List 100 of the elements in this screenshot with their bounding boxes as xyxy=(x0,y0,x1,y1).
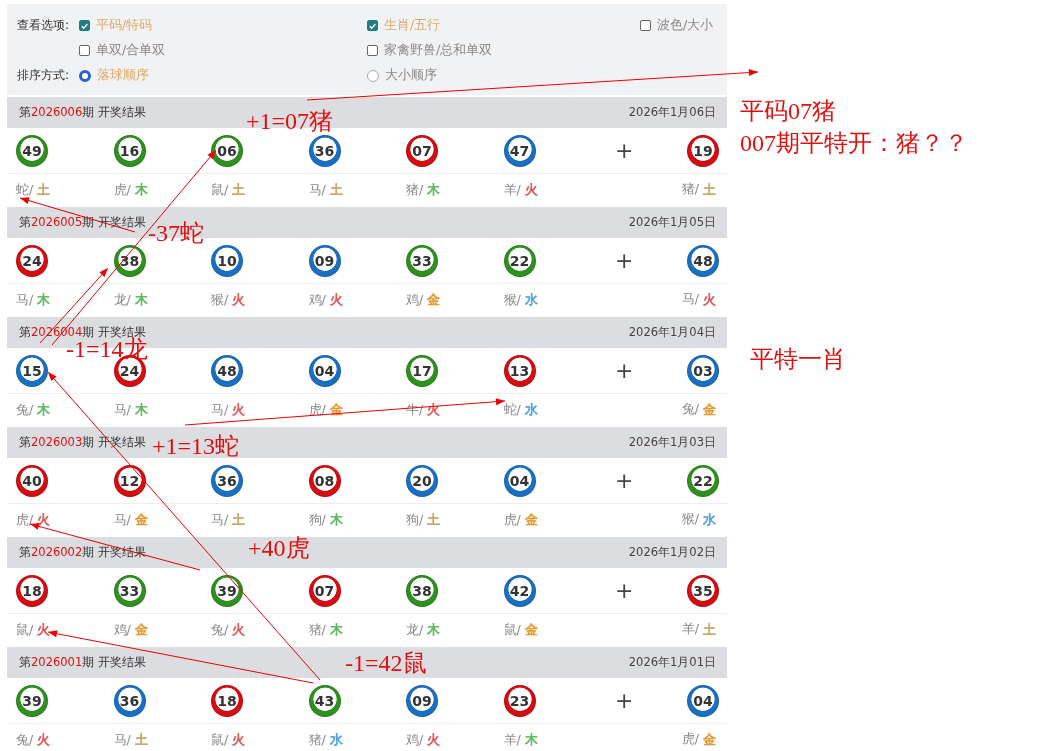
special-ball: 48 xyxy=(687,244,719,277)
plus-sign: + xyxy=(615,138,634,163)
element-label: 金 xyxy=(329,401,343,417)
zodiac-label: 马/ xyxy=(16,291,34,307)
special-ball: 22 xyxy=(687,464,719,497)
checkbox-label[interactable]: 单双/合单双 xyxy=(96,42,166,59)
zodiac-label: 龙/ xyxy=(113,291,131,307)
element-label: 火 xyxy=(232,401,246,417)
zodiac-label: 虎/ xyxy=(113,181,131,197)
zodiac-label: 猴/ xyxy=(503,291,521,307)
element-label: 土 xyxy=(232,181,246,197)
element-label: 木 xyxy=(134,291,148,307)
draw-title: 第2026006期 开奖结果 xyxy=(19,105,146,120)
element-label: 金 xyxy=(703,400,716,419)
zodiac-label: 狗/ xyxy=(406,511,424,527)
draw-title: 第2026001期 开奖结果 xyxy=(19,655,146,670)
special-ball: 19 xyxy=(687,134,719,167)
number-ball: 42 xyxy=(503,574,536,607)
zodiac-label: 鼠/ xyxy=(16,621,34,637)
element-label: 土 xyxy=(703,620,716,639)
checkbox[interactable] xyxy=(367,45,378,56)
draw-date: 2026年1月03日 xyxy=(628,435,716,450)
number-ball: 04 xyxy=(503,464,536,497)
zodiac-label: 兔/ xyxy=(16,731,34,747)
zodiac-label: 猴/ xyxy=(211,291,229,307)
checkbox[interactable] xyxy=(79,45,90,56)
zodiac-label: 马/ xyxy=(211,401,229,417)
zodiac-label: 羊/ xyxy=(681,620,699,638)
number-ball: 04 xyxy=(308,354,341,387)
zodiac-label: 猪/ xyxy=(308,621,326,637)
annotation-text: +40虎 xyxy=(248,536,310,560)
element-label: 土 xyxy=(232,511,246,527)
element-label: 木 xyxy=(134,401,148,417)
radio-label[interactable]: 落球顺序 xyxy=(97,67,149,84)
element-label: 金 xyxy=(134,511,148,527)
element-label: 火 xyxy=(37,621,51,637)
draw-date: 2026年1月01日 xyxy=(628,655,716,670)
element-label: 水 xyxy=(524,401,538,417)
number-ball: 48 xyxy=(211,354,243,387)
element-label: 火 xyxy=(232,731,246,747)
number-ball: 24 xyxy=(16,244,48,277)
element-label: 火 xyxy=(232,291,246,307)
number-ball: 13 xyxy=(503,354,536,387)
element-label: 土 xyxy=(703,180,716,199)
radio-button[interactable] xyxy=(79,69,91,82)
number-ball: 33 xyxy=(113,574,146,607)
draw-date: 2026年1月04日 xyxy=(628,325,716,340)
number-ball: 36 xyxy=(308,134,341,167)
zodiac-label: 兔/ xyxy=(681,400,699,418)
zodiac-label: 鼠/ xyxy=(503,621,521,637)
zodiac-label: 虎/ xyxy=(681,730,699,748)
number-ball: 38 xyxy=(406,574,438,607)
draw-date: 2026年1月02日 xyxy=(628,545,716,560)
special-ball: 04 xyxy=(687,684,719,717)
plus-sign: + xyxy=(615,248,634,273)
number-ball: 38 xyxy=(113,244,146,277)
annotation-text: -37蛇 xyxy=(148,221,204,245)
checkbox[interactable] xyxy=(640,20,651,31)
element-label: 木 xyxy=(37,401,51,417)
number-ball: 43 xyxy=(308,684,341,717)
checkbox-label[interactable]: 家禽野兽/总和单双 xyxy=(384,42,493,59)
plus-sign: + xyxy=(615,688,634,713)
zodiac-label: 猪/ xyxy=(308,731,326,747)
element-label: 水 xyxy=(329,731,343,747)
sort-label: 排序方式: xyxy=(17,67,71,84)
checkbox-label[interactable]: 波色/大小 xyxy=(657,17,714,34)
checkbox[interactable] xyxy=(79,20,90,31)
number-ball: 47 xyxy=(503,134,536,167)
annotation-text: -1=42鼠 xyxy=(345,651,427,675)
number-ball: 06 xyxy=(211,134,243,167)
number-ball: 16 xyxy=(113,134,146,167)
number-ball: 36 xyxy=(211,464,243,497)
number-ball: 07 xyxy=(406,134,438,167)
checkbox-label[interactable]: 平码/特码 xyxy=(96,17,153,34)
special-ball: 03 xyxy=(687,354,719,387)
zodiac-label: 狗/ xyxy=(308,511,326,527)
number-ball: 12 xyxy=(113,464,146,497)
zodiac-label: 马/ xyxy=(308,181,326,197)
element-label: 土 xyxy=(37,181,51,197)
checkbox[interactable] xyxy=(367,20,378,31)
number-ball: 39 xyxy=(211,574,243,607)
element-label: 火 xyxy=(37,511,51,527)
zodiac-label: 羊/ xyxy=(503,731,521,747)
radio-button[interactable] xyxy=(367,69,379,82)
element-label: 木 xyxy=(37,291,51,307)
annotation-text: +1=07猪 xyxy=(246,109,334,133)
radio-label[interactable]: 大小顺序 xyxy=(385,67,437,84)
plus-sign: + xyxy=(615,358,634,383)
number-ball: 39 xyxy=(16,684,48,717)
element-label: 土 xyxy=(427,511,441,527)
element-label: 火 xyxy=(524,181,538,197)
number-ball: 33 xyxy=(406,244,438,277)
zodiac-label: 猴/ xyxy=(681,510,699,528)
element-label: 木 xyxy=(134,181,148,197)
checkbox-label[interactable]: 生肖/五行 xyxy=(384,17,441,34)
draw-title: 第2026003期 开奖结果 xyxy=(19,435,146,450)
draw-date: 2026年1月06日 xyxy=(628,105,716,120)
number-ball: 08 xyxy=(308,464,341,497)
element-label: 木 xyxy=(427,621,441,637)
number-ball: 23 xyxy=(503,684,536,717)
